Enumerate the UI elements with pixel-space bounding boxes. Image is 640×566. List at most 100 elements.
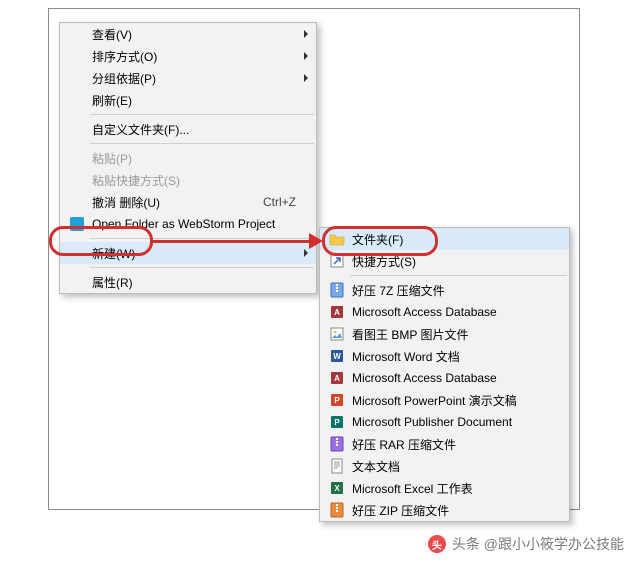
text-icon-slot <box>326 455 348 477</box>
sub-menu-separator <box>350 275 567 276</box>
footer-prefix: 头条 <box>452 536 480 552</box>
blank-icon-slot <box>66 271 88 293</box>
context-menu-new-submenu[interactable]: 文件夹(F)快捷方式(S)好压 7Z 压缩文件AMicrosoft Access… <box>319 227 570 522</box>
main-menu-item-8: 粘贴快捷方式(S) <box>60 169 316 191</box>
menu-item-label: 好压 RAR 压缩文件 <box>348 436 563 453</box>
svg-text:X: X <box>334 484 340 493</box>
access-icon: A <box>329 370 345 386</box>
main-menu-item-12[interactable]: 新建(W) <box>60 242 316 264</box>
main-menu-item-7: 粘贴(P) <box>60 147 316 169</box>
footer-attribution: 头 头条 @跟小小筱学办公技能 <box>428 534 624 554</box>
menu-item-label: Microsoft Access Database <box>348 305 563 319</box>
archive-rar-icon-slot <box>326 433 348 455</box>
menu-item-label: Open Folder as WebStorm Project <box>88 217 310 231</box>
svg-text:W: W <box>333 352 341 361</box>
folder-icon <box>329 231 345 247</box>
main-menu-item-0[interactable]: 查看(V) <box>60 23 316 45</box>
shortcut-icon-slot <box>326 250 348 272</box>
sub-menu-item-4[interactable]: AMicrosoft Access Database <box>320 301 569 323</box>
main-menu-item-10[interactable]: Open Folder as WebStorm Project <box>60 213 316 235</box>
menu-item-shortcut: Ctrl+Z <box>247 195 310 209</box>
menu-item-label: 新建(W) <box>88 245 310 262</box>
menu-item-label: Microsoft PowerPoint 演示文稿 <box>348 392 563 409</box>
blank-icon-slot <box>66 242 88 264</box>
menu-item-label: 好压 7Z 压缩文件 <box>348 282 563 299</box>
menu-item-label: 粘贴快捷方式(S) <box>88 172 310 189</box>
access-icon: A <box>329 304 345 320</box>
archive-zip-icon <box>329 502 345 518</box>
menu-item-label: 看图王 BMP 图片文件 <box>348 326 563 343</box>
sub-menu-item-9[interactable]: PMicrosoft Publisher Document <box>320 411 569 433</box>
sub-menu-item-5[interactable]: 看图王 BMP 图片文件 <box>320 323 569 345</box>
excel-icon-slot: X <box>326 477 348 499</box>
menu-item-label: Microsoft Word 文档 <box>348 348 563 365</box>
main-menu-item-14[interactable]: 属性(R) <box>60 271 316 293</box>
svg-text:A: A <box>334 374 340 383</box>
main-menu-item-5[interactable]: 自定义文件夹(F)... <box>60 118 316 140</box>
blank-icon-slot <box>66 45 88 67</box>
word-icon-slot: W <box>326 345 348 367</box>
sub-menu-item-6[interactable]: W Microsoft Word 文档 <box>320 345 569 367</box>
menu-item-label: 好压 ZIP 压缩文件 <box>348 502 563 519</box>
webstorm-icon <box>69 216 85 232</box>
chevron-right-icon <box>304 30 308 38</box>
shortcut-icon <box>329 253 345 269</box>
powerpoint-icon-slot: P <box>326 389 348 411</box>
main-menu-separator <box>90 238 314 239</box>
blank-icon-slot <box>66 89 88 111</box>
toutiao-logo-icon: 头 <box>428 535 446 553</box>
sub-menu-item-8[interactable]: P Microsoft PowerPoint 演示文稿 <box>320 389 569 411</box>
sub-menu-item-12[interactable]: X Microsoft Excel 工作表 <box>320 477 569 499</box>
footer-at: @ <box>484 536 498 552</box>
chevron-right-icon <box>304 52 308 60</box>
bmp-icon-slot <box>326 323 348 345</box>
access-icon-slot: A <box>326 301 348 323</box>
context-menu-main[interactable]: 查看(V) 排序方式(O) 分组依据(P) 刷新(E) 自定义文件夹(F)... 粘贴(P… <box>59 22 317 294</box>
excel-icon: X <box>329 480 345 496</box>
blank-icon-slot <box>66 191 88 213</box>
annotation-arrow-line <box>153 240 311 243</box>
blank-icon-slot <box>66 147 88 169</box>
menu-item-label: 分组依据(P) <box>88 70 310 87</box>
sub-menu-item-13[interactable]: 好压 ZIP 压缩文件 <box>320 499 569 521</box>
sub-menu-item-7[interactable]: AMicrosoft Access Database <box>320 367 569 389</box>
main-menu-item-2[interactable]: 分组依据(P) <box>60 67 316 89</box>
archive-7z-icon <box>329 282 345 298</box>
main-menu-item-1[interactable]: 排序方式(O) <box>60 45 316 67</box>
sub-menu-item-10[interactable]: 好压 RAR 压缩文件 <box>320 433 569 455</box>
bmp-icon <box>329 326 345 342</box>
archive-rar-icon <box>329 436 345 452</box>
main-menu-separator <box>90 143 314 144</box>
blank-icon-slot <box>66 118 88 140</box>
menu-item-label: 自定义文件夹(F)... <box>88 121 310 138</box>
menu-item-label: Microsoft Excel 工作表 <box>348 480 563 497</box>
blank-icon-slot <box>66 67 88 89</box>
archive-7z-icon-slot <box>326 279 348 301</box>
menu-item-label: 查看(V) <box>88 26 310 43</box>
sub-menu-item-1[interactable]: 快捷方式(S) <box>320 250 569 272</box>
menu-item-label: 快捷方式(S) <box>348 253 563 270</box>
annotation-arrow-head <box>309 233 323 249</box>
blank-icon-slot <box>66 169 88 191</box>
publisher-icon-slot: P <box>326 411 348 433</box>
chevron-right-icon <box>304 249 308 257</box>
text-icon <box>329 458 345 474</box>
webstorm-icon-slot <box>66 213 88 235</box>
main-menu-item-3[interactable]: 刷新(E) <box>60 89 316 111</box>
sub-menu-item-3[interactable]: 好压 7Z 压缩文件 <box>320 279 569 301</box>
svg-text:P: P <box>334 418 340 427</box>
powerpoint-icon: P <box>329 392 345 408</box>
chevron-right-icon <box>304 74 308 82</box>
sub-menu-item-0[interactable]: 文件夹(F) <box>320 228 569 250</box>
menu-item-label: 文件夹(F) <box>348 231 563 248</box>
publisher-icon: P <box>329 414 345 430</box>
main-menu-item-9[interactable]: 撤消 删除(U)Ctrl+Z <box>60 191 316 213</box>
sub-menu-item-11[interactable]: 文本文档 <box>320 455 569 477</box>
menu-item-label: 粘贴(P) <box>88 150 310 167</box>
svg-text:P: P <box>334 396 340 405</box>
menu-item-label: 属性(R) <box>88 274 310 291</box>
access-icon-slot: A <box>326 367 348 389</box>
footer-name: 跟小小筱学办公技能 <box>498 536 624 552</box>
menu-item-label: 排序方式(O) <box>88 48 310 65</box>
menu-item-label: 刷新(E) <box>88 92 310 109</box>
